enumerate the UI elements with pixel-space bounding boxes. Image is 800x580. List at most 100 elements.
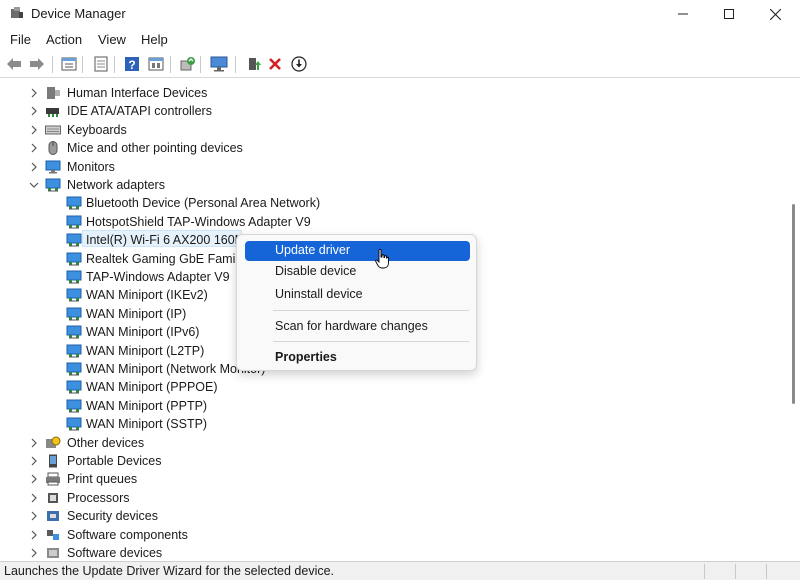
properties-icon <box>61 57 77 71</box>
network-adapter-icon <box>66 380 82 394</box>
monitor-button[interactable] <box>210 55 228 73</box>
mouse-icon <box>48 141 58 156</box>
forward-button[interactable] <box>28 55 46 73</box>
maximize-button[interactable] <box>706 0 752 28</box>
tree-node-label: Software devices <box>67 546 163 560</box>
add-driver-button[interactable] <box>245 55 263 73</box>
software-device-icon <box>47 548 59 558</box>
tree-category-row[interactable]: Software components <box>0 526 786 544</box>
network-adapter-icon <box>66 288 82 302</box>
tree-category-row[interactable]: Mice and other pointing devices <box>0 139 786 157</box>
menu-uninstall-device[interactable]: Uninstall device <box>245 285 470 305</box>
tree-node-label: WAN Miniport (IKEv2) <box>86 288 208 303</box>
chevron-right-icon[interactable] <box>29 143 39 153</box>
tree-node-label: IDE ATA/ATAPI controllers <box>67 104 212 119</box>
keyboard-icon <box>45 125 61 135</box>
network-adapter-icon <box>66 270 82 284</box>
tree-category-row[interactable]: Print queues <box>0 470 786 488</box>
tree-node-label: Human Interface Devices <box>67 86 208 100</box>
close-icon <box>769 8 781 20</box>
printer-icon <box>46 472 60 486</box>
properties-button[interactable] <box>60 55 78 73</box>
download-icon <box>291 56 307 72</box>
tree-node-label: Portable Devices <box>67 454 162 468</box>
mouse-cursor-icon <box>375 249 389 269</box>
menu-item-label: Scan for hardware changes <box>275 319 428 333</box>
chevron-right-icon[interactable] <box>29 474 39 484</box>
vertical-scrollbar[interactable] <box>787 79 799 561</box>
menu-separator <box>273 341 469 342</box>
uninstall-icon <box>269 58 281 70</box>
download-button[interactable] <box>290 55 308 73</box>
chevron-right-icon[interactable] <box>29 106 39 116</box>
title-bar: Device Manager <box>0 0 800 28</box>
tree-category-row[interactable]: Processors <box>0 489 786 507</box>
tree-category-row[interactable]: Network adapters <box>0 176 786 194</box>
tree-category-row[interactable]: Human Interface Devices <box>0 84 786 102</box>
tree-node-label: Intel(R) Wi-Fi 6 AX200 160MHz <box>86 233 261 248</box>
chevron-right-icon[interactable] <box>29 548 39 558</box>
update-driver-button[interactable] <box>178 55 196 73</box>
maximize-icon <box>724 9 734 19</box>
minimize-button[interactable] <box>660 0 706 28</box>
back-button[interactable] <box>5 55 23 73</box>
tree-category-row[interactable]: Monitors <box>0 158 786 176</box>
tree-node-label: WAN Miniport (L2TP) <box>86 343 205 358</box>
toolbar-separator <box>82 56 83 73</box>
scan-view-button[interactable] <box>92 55 110 73</box>
menu-update-driver[interactable]: Update driver <box>245 241 470 261</box>
menu-action[interactable]: Action <box>46 32 82 47</box>
uninstall-button[interactable] <box>266 55 284 73</box>
software-component-icon <box>47 529 59 540</box>
help-button[interactable]: ? <box>123 55 141 73</box>
network-adapter-item[interactable]: HotspotShield TAP-Windows Adapter V9 <box>0 213 786 231</box>
menu-scan-hardware-changes[interactable]: Scan for hardware changes <box>245 317 470 337</box>
chevron-right-icon[interactable] <box>29 125 39 135</box>
chevron-right-icon[interactable] <box>29 530 39 540</box>
network-adapter-item[interactable]: WAN Miniport (SSTP) <box>0 415 786 433</box>
tree-category-row[interactable]: Other devices <box>0 434 786 452</box>
tree-node-label: Software components <box>67 527 188 542</box>
network-adapter-icon <box>66 399 82 413</box>
menu-item-label: Properties <box>275 350 337 364</box>
network-adapter-item[interactable]: WAN Miniport (PPPOE) <box>0 378 786 396</box>
chevron-right-icon[interactable] <box>29 162 39 172</box>
menu-disable-device[interactable]: Disable device <box>245 262 470 282</box>
menu-help[interactable]: Help <box>141 32 168 47</box>
network-adapter-icon <box>45 178 61 192</box>
status-divider <box>735 564 736 579</box>
status-divider <box>704 564 705 579</box>
menu-properties[interactable]: Properties <box>245 348 470 368</box>
tree-category-row[interactable]: Keyboards <box>0 121 786 139</box>
update-driver-icon <box>180 57 195 71</box>
tree-category-row[interactable]: IDE ATA/ATAPI controllers <box>0 102 786 120</box>
security-device-icon <box>47 511 59 522</box>
close-button[interactable] <box>752 0 798 28</box>
help-icon: ? <box>125 57 139 72</box>
tree-category-row[interactable]: Security devices <box>0 507 786 525</box>
tree-category-row[interactable]: Portable Devices <box>0 452 786 470</box>
tree-category-row[interactable]: Software devices <box>0 544 786 561</box>
network-adapter-item[interactable]: Bluetooth Device (Personal Area Network) <box>0 194 786 212</box>
context-menu: Update driver Disable device Uninstall d… <box>236 234 477 371</box>
chevron-right-icon[interactable] <box>29 511 39 521</box>
chevron-right-icon[interactable] <box>29 456 39 466</box>
chevron-down-icon[interactable] <box>29 180 39 190</box>
chevron-right-icon[interactable] <box>29 438 39 448</box>
network-adapter-icon <box>66 417 82 431</box>
tree-node-label: Network adapters <box>67 178 165 192</box>
chevron-right-icon[interactable] <box>29 88 39 98</box>
network-adapter-item[interactable]: WAN Miniport (PPTP) <box>0 397 786 415</box>
menu-file[interactable]: File <box>10 32 31 47</box>
device-manager-app-icon <box>11 7 23 18</box>
resources-icon <box>148 57 164 71</box>
scan-view-icon <box>94 56 108 72</box>
add-driver-icon <box>249 58 261 70</box>
network-adapter-icon <box>66 307 82 321</box>
resources-button[interactable] <box>147 55 165 73</box>
scrollbar-thumb[interactable] <box>792 204 795 404</box>
menu-view[interactable]: View <box>98 32 126 47</box>
other-devices-icon <box>46 436 61 448</box>
chevron-right-icon[interactable] <box>29 493 39 503</box>
svg-text:?: ? <box>128 58 135 72</box>
